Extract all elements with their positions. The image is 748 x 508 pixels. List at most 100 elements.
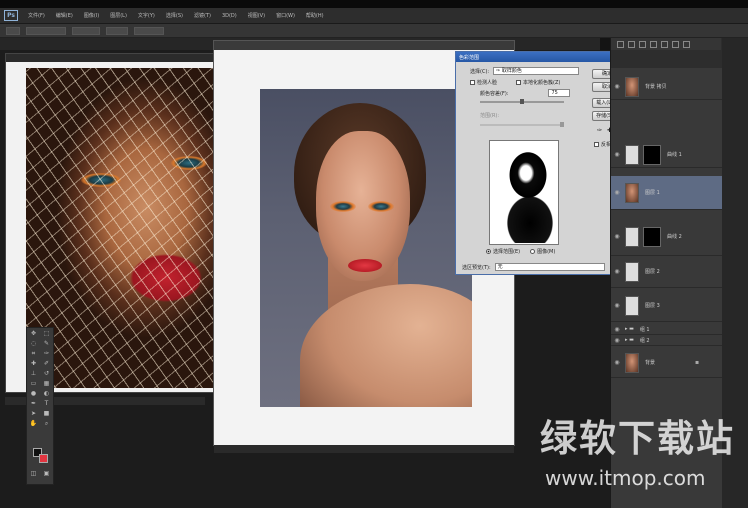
menu-help[interactable]: 帮助(H) [306, 12, 324, 19]
visibility-eye-icon[interactable]: ◉ [613, 337, 621, 344]
range-slider-knob[interactable] [560, 122, 564, 127]
canvas-image-mesh-portrait[interactable] [26, 68, 216, 388]
menu-filter[interactable]: 滤镜(T) [194, 12, 211, 19]
layer-row[interactable]: ◉ 曲线 2 [611, 218, 723, 256]
shape-tool-icon[interactable]: ■ [43, 410, 51, 417]
quick-mask-icon[interactable]: ◫ [30, 470, 38, 477]
history-icon[interactable] [617, 40, 624, 48]
paths-icon[interactable] [661, 40, 668, 48]
eyedropper-tool-icon[interactable]: ✑ [43, 350, 51, 357]
visibility-eye-icon[interactable]: ◉ [613, 233, 621, 240]
layer-name: 背景 [645, 360, 656, 366]
visibility-eye-icon[interactable]: ◉ [613, 83, 621, 90]
styles-icon[interactable] [650, 40, 657, 48]
radio-image[interactable] [530, 249, 536, 254]
background-color-swatch[interactable] [39, 454, 48, 463]
pen-tool-icon[interactable]: ✒ [30, 400, 38, 407]
layer-row[interactable]: ◉ 背景 拷贝 [611, 74, 723, 100]
layer-row[interactable]: ◉ 图层 3 [611, 290, 723, 322]
radio-selection[interactable] [486, 249, 491, 254]
visibility-eye-icon[interactable]: ◉ [613, 151, 621, 158]
fuzziness-slider[interactable] [480, 99, 564, 104]
fuzziness-input[interactable]: 75 [548, 89, 571, 97]
type-tool-icon[interactable]: T [43, 400, 51, 407]
hand-tool-icon[interactable]: ✋ [30, 420, 38, 427]
visibility-eye-icon[interactable]: ◉ [613, 359, 621, 366]
localized-checkbox[interactable] [516, 80, 521, 85]
dialog-title-bar[interactable]: 色彩范围 × [456, 52, 632, 62]
select-dropdown[interactable]: ✑ 取样颜色 [493, 67, 580, 75]
menu-type[interactable]: 文字(Y) [138, 12, 155, 19]
brush-tool-icon[interactable]: ✐ [43, 360, 51, 367]
document-title-bar[interactable] [6, 54, 219, 62]
document-status-bar [214, 445, 514, 453]
layer-name: 曲线 2 [667, 234, 682, 240]
canvas-image-portrait[interactable] [260, 89, 472, 407]
layer-row[interactable]: ◉ 图层 2 [611, 256, 723, 288]
lasso-tool-icon[interactable]: ◌ [30, 340, 38, 347]
layer-name: 图层 3 [645, 303, 660, 309]
adjustments-icon[interactable] [639, 40, 646, 48]
range-slider[interactable] [480, 122, 564, 127]
history-brush-tool-icon[interactable]: ↺ [43, 370, 51, 377]
marquee-tool-icon[interactable]: ⬚ [43, 330, 51, 337]
option-control[interactable] [72, 26, 100, 35]
channels-icon[interactable] [672, 40, 679, 48]
option-control[interactable] [106, 26, 128, 35]
tool-preset-picker[interactable] [6, 26, 20, 35]
visibility-eye-icon[interactable]: ◉ [613, 326, 621, 333]
localized-label: 本地化颜色簇(Z) [523, 80, 561, 86]
dodge-tool-icon[interactable]: ◐ [43, 390, 51, 397]
detect-faces-checkbox[interactable] [470, 80, 475, 85]
range-row: 范围(R): [480, 112, 499, 119]
properties-icon[interactable] [628, 40, 635, 48]
blur-tool-icon[interactable]: ● [30, 390, 38, 397]
visibility-eye-icon[interactable]: ◉ [613, 189, 621, 196]
layer-name: 组 1 [639, 326, 650, 333]
layer-row[interactable]: ◉ 曲线 1 [611, 142, 723, 168]
layer-thumbnail [625, 226, 639, 247]
layer-row[interactable]: ◉ 背景 ▪ [611, 348, 723, 378]
detect-faces-row[interactable]: 检测人脸 [470, 79, 497, 86]
lock-icon: ▪ [695, 359, 700, 366]
screen-mode-icon[interactable]: ▣ [43, 470, 51, 477]
layer-row-selected[interactable]: ◉ 图层 1 [611, 176, 723, 210]
option-control[interactable] [26, 26, 66, 35]
visibility-eye-icon[interactable]: ◉ [613, 268, 621, 275]
option-control[interactable] [134, 26, 164, 35]
zoom-tool-icon[interactable]: ⌕ [43, 420, 51, 427]
menu-window[interactable]: 窗口(W) [276, 12, 295, 19]
menu-view[interactable]: 视图(V) [248, 12, 265, 19]
eyedropper-icon[interactable]: ✑ [596, 127, 603, 134]
fuzziness-label: 颜色容差(F): [480, 90, 509, 97]
visibility-eye-icon[interactable]: ◉ [613, 302, 621, 309]
menu-file[interactable]: 文件(F) [28, 12, 45, 19]
layer-group-row[interactable]: ◉ ▸ ▬ 组 1 [611, 324, 723, 335]
preview-select-value: 无 [497, 264, 503, 270]
fuzziness-slider-knob[interactable] [520, 99, 524, 104]
swatches-icon[interactable] [683, 40, 690, 48]
document-title-bar[interactable] [214, 41, 514, 50]
stamp-tool-icon[interactable]: ⊥ [30, 370, 38, 377]
gradient-tool-icon[interactable]: ▦ [43, 380, 51, 387]
healing-tool-icon[interactable]: ✚ [30, 360, 38, 367]
preview-select-dropdown[interactable]: 无 [494, 263, 605, 271]
eraser-tool-icon[interactable]: ▭ [30, 380, 38, 387]
layer-group-row[interactable]: ◉ ▸ ▬ 组 2 [611, 335, 723, 346]
localized-row[interactable]: 本地化颜色簇(Z) [516, 79, 560, 86]
quick-select-tool-icon[interactable]: ✎ [43, 340, 51, 347]
window-frame-top [0, 0, 748, 8]
invert-checkbox[interactable] [594, 142, 599, 147]
options-bar [0, 24, 748, 38]
dialog-title: 色彩范围 [459, 54, 480, 61]
layer-thumbnail [625, 182, 639, 203]
move-tool-icon[interactable]: ✥ [30, 330, 38, 337]
path-select-tool-icon[interactable]: ➤ [30, 410, 38, 417]
crop-tool-icon[interactable]: ⌗ [30, 350, 38, 357]
menu-image[interactable]: 图像(I) [84, 12, 99, 19]
folder-icon: ▸ ▬ [625, 326, 634, 332]
menu-layer[interactable]: 图层(L) [110, 12, 127, 19]
menu-3d[interactable]: 3D(D) [222, 13, 237, 19]
menu-edit[interactable]: 编辑(E) [56, 12, 73, 19]
menu-select[interactable]: 选择(S) [166, 12, 183, 19]
